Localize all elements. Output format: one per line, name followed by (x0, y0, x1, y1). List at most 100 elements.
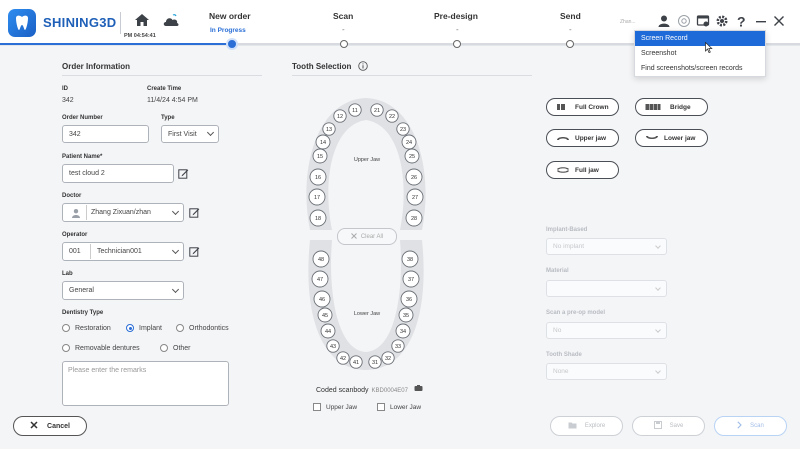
radio-label: Restoration (75, 324, 111, 332)
chevron-down-icon (655, 242, 661, 249)
clear-all-label: Clear All (360, 233, 384, 240)
lab-label: Lab (62, 271, 73, 277)
step-pre-design-dot[interactable] (453, 40, 461, 48)
menu-item-screen-record[interactable]: Screen Record (635, 31, 765, 46)
material-label: Material (546, 268, 569, 274)
checkbox-box (313, 403, 321, 411)
order-number-input[interactable]: 342 (62, 125, 149, 143)
menu-item-find-records[interactable]: Find screenshots/screen records (635, 61, 765, 76)
step-send-dot[interactable] (566, 40, 574, 48)
order-info-title: Order Information (62, 62, 131, 71)
lower-tooth-label-46: 46 (319, 297, 325, 303)
operator-id: 001 (69, 248, 81, 255)
tooth-settings-icon[interactable] (677, 14, 691, 28)
save-button[interactable]: Save (632, 416, 705, 436)
radio-circle (160, 344, 168, 352)
chevron-down-icon (171, 207, 180, 215)
folder-icon (568, 422, 577, 431)
explore-button[interactable]: Explore (550, 416, 623, 436)
radio-label: Orthodontics (189, 324, 229, 332)
chevron-down-icon (171, 246, 180, 254)
full-jaw-button[interactable]: Full jaw (546, 161, 619, 179)
step-pre-design-status: - (456, 25, 459, 34)
clear-all-button[interactable]: Clear All (337, 228, 397, 245)
operator-select[interactable]: 001 Technician001 (62, 242, 184, 261)
scanbody-icon[interactable] (414, 385, 423, 394)
operator-label: Operator (62, 232, 88, 238)
edit-patient-icon[interactable] (178, 168, 189, 179)
radio-label: Other (173, 344, 191, 352)
lower-jaw-checkbox[interactable]: Lower Jaw (377, 403, 421, 411)
scanbody-code: KBD0004E07 (371, 388, 408, 394)
remarks-textarea[interactable]: Please enter the remarks (62, 361, 229, 406)
step-new-order-dot[interactable] (228, 40, 236, 48)
full-crown-icon (557, 104, 565, 110)
radio-restoration[interactable]: Restoration (62, 324, 111, 332)
minimize-icon[interactable] (754, 14, 768, 28)
doctor-select[interactable]: Zhang Zixuan/zhan (62, 203, 184, 222)
cancel-button[interactable]: Cancel (13, 416, 87, 436)
radio-orthodontics[interactable]: Orthodontics (176, 324, 229, 332)
upper-jaw-button[interactable]: Upper jaw (546, 129, 619, 147)
implant-based-select[interactable]: No implant (546, 238, 667, 255)
lab-value: General (69, 287, 94, 294)
chevron-down-icon (171, 285, 180, 293)
patient-name-input[interactable]: test cloud 2 (62, 164, 174, 183)
edit-doctor-icon[interactable] (189, 207, 200, 218)
menu-item-screenshot[interactable]: Screenshot (635, 46, 765, 61)
lab-select[interactable]: General (62, 281, 184, 300)
radio-other[interactable]: Other (160, 344, 191, 352)
order-number-label: Order Number (62, 115, 103, 121)
tooth-selection-divider (292, 75, 532, 76)
id-value: 342 (62, 97, 74, 104)
full-jaw-icon (557, 167, 569, 173)
material-select[interactable] (546, 280, 667, 297)
order-number-value: 342 (69, 130, 81, 138)
checkbox-box (377, 403, 385, 411)
scanbody-label: Coded scanbody (316, 387, 369, 394)
gear-icon[interactable] (715, 14, 729, 28)
step-scan-status: - (342, 25, 345, 34)
step-scan[interactable]: Scan (333, 11, 353, 21)
close-icon[interactable] (772, 14, 786, 28)
upper-tooth-label-15: 15 (317, 154, 323, 160)
step-new-order[interactable]: New order (209, 11, 251, 21)
tooth-shade-select[interactable]: None (546, 363, 667, 380)
upper-tooth-label-27: 27 (412, 195, 418, 201)
scan-label: Scan (750, 423, 764, 429)
lower-tooth-label-37: 37 (408, 277, 414, 283)
help-icon[interactable]: ? (734, 14, 748, 30)
lower-jaw-button[interactable]: Lower jaw (635, 129, 708, 147)
info-icon[interactable] (358, 61, 368, 73)
type-select[interactable]: First Visit (161, 125, 219, 143)
user-name-mini: Zhan... (620, 19, 636, 25)
radio-implant[interactable]: Implant (126, 324, 162, 332)
full-crown-button[interactable]: Full Crown (546, 98, 619, 116)
preop-model-select[interactable]: No (546, 322, 667, 339)
user-icon[interactable] (657, 14, 671, 28)
lower-tooth-label-32: 32 (385, 356, 391, 362)
screen-record-icon[interactable] (696, 14, 710, 28)
lower-tooth-label-45: 45 (322, 313, 328, 319)
operator-divider (90, 244, 91, 259)
close-icon (30, 421, 38, 431)
svg-text:?: ? (737, 14, 746, 28)
dentistry-type-label: Dentistry Type (62, 310, 104, 316)
upper-jaw-checkbox[interactable]: Upper Jaw (313, 403, 357, 411)
radio-removable-dentures[interactable]: Removable dentures (62, 344, 140, 352)
chevron-down-icon (655, 326, 661, 333)
step-send[interactable]: Send (560, 11, 581, 21)
doctor-divider (86, 205, 87, 220)
remarks-placeholder: Please enter the remarks (68, 367, 147, 374)
upper-tooth-label-13: 13 (326, 127, 332, 133)
edit-operator-icon[interactable] (189, 246, 200, 257)
step-pre-design[interactable]: Pre-design (434, 11, 478, 21)
step-scan-dot[interactable] (340, 40, 348, 48)
implant-based-label: Implant-Based (546, 227, 588, 233)
scan-button[interactable]: Scan (714, 416, 787, 436)
chevron-right-icon (737, 421, 742, 431)
radio-label: Removable dentures (75, 344, 140, 352)
upper-jaw-label: Upper jaw (575, 134, 607, 142)
bridge-button[interactable]: Bridge (635, 98, 708, 116)
doctor-value: Zhang Zixuan/zhan (91, 209, 151, 216)
